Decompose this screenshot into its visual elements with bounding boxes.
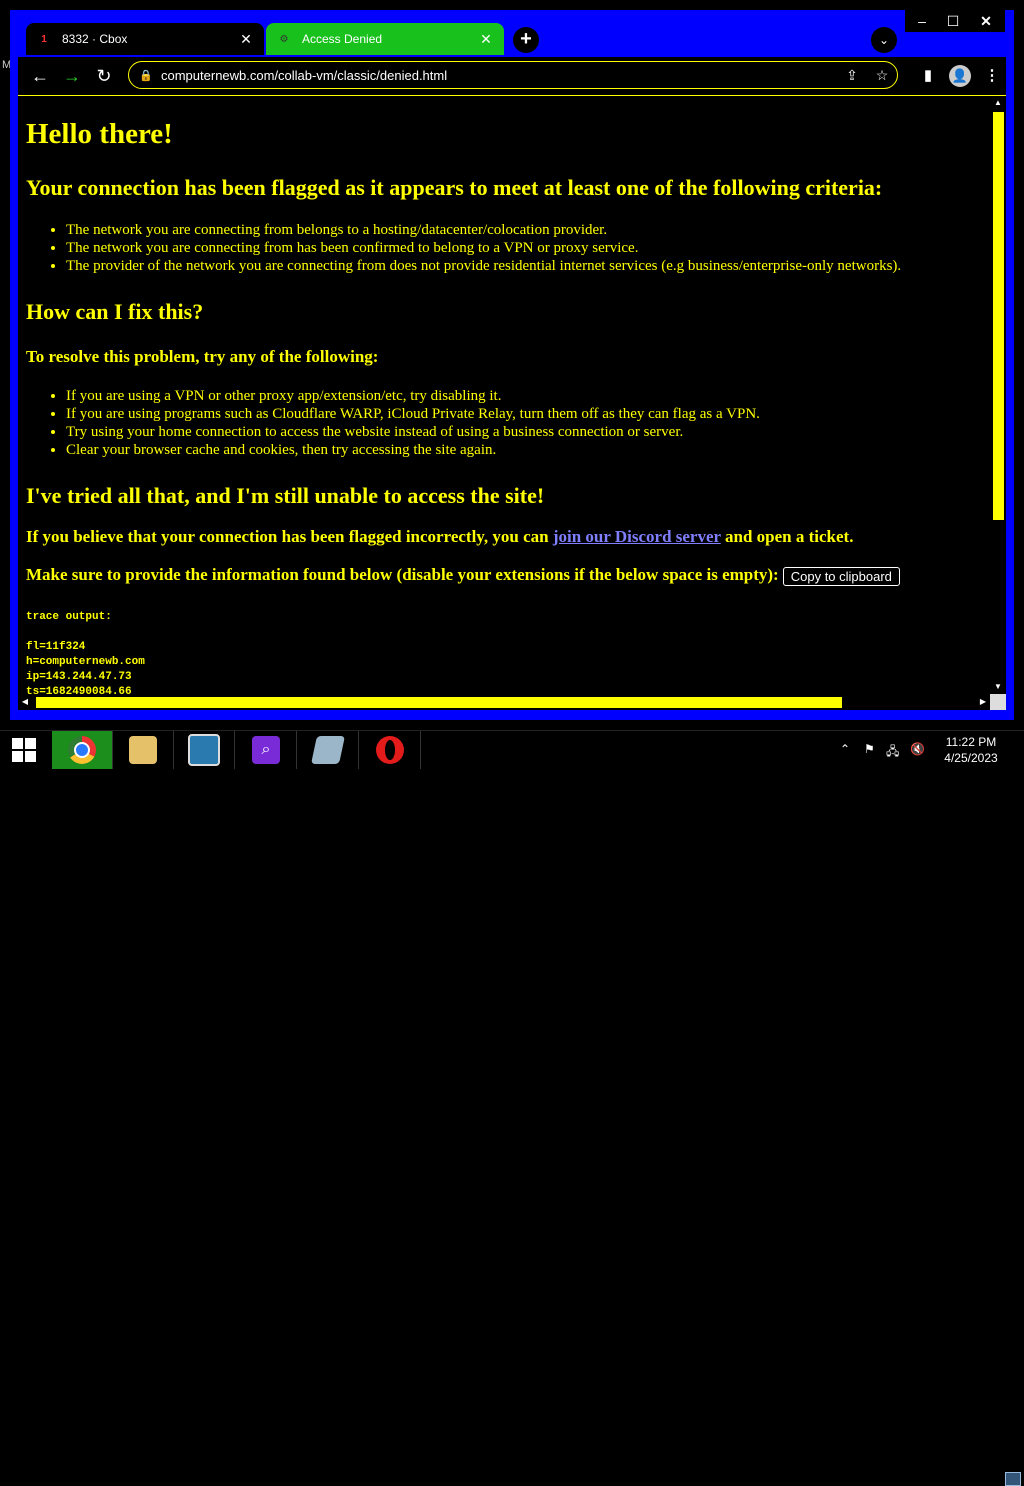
flag-icon[interactable]: ⚑ bbox=[864, 742, 875, 756]
photos-icon bbox=[188, 734, 220, 766]
forward-button[interactable]: → bbox=[58, 62, 86, 90]
new-tab-button[interactable]: + bbox=[513, 27, 539, 53]
opera-icon bbox=[376, 736, 404, 764]
trace-output: trace output: fl=11f324 h=computernewb.c… bbox=[26, 610, 145, 694]
taskbar-notebook[interactable] bbox=[298, 731, 359, 769]
avatar-icon: 👤 bbox=[949, 65, 971, 87]
tried-heading: I've tried all that, and I'm still unabl… bbox=[26, 483, 545, 508]
scroll-up-icon[interactable]: ▲ bbox=[990, 96, 1006, 110]
start-button[interactable] bbox=[0, 731, 48, 769]
windows-logo-icon bbox=[12, 738, 36, 762]
horizontal-scroll-thumb[interactable] bbox=[36, 697, 842, 708]
address-bar[interactable]: 🔒 computernewb.com/collab-vm/classic/den… bbox=[128, 61, 898, 89]
tab-search-button[interactable]: ⌄ bbox=[871, 27, 897, 53]
share-icon[interactable]: ⇪ bbox=[837, 67, 867, 84]
criteria-heading: Your connection has been flagged as it a… bbox=[26, 175, 883, 200]
close-window-button[interactable]: ✕ bbox=[967, 10, 1005, 32]
show-desktop-icon[interactable] bbox=[1005, 1472, 1021, 1486]
taskbar-photos[interactable] bbox=[174, 731, 235, 769]
horizontal-scrollbar[interactable]: ◀ ▶ bbox=[18, 694, 990, 710]
menu-icon[interactable]: ⋮ bbox=[978, 62, 1006, 90]
vertical-scrollbar[interactable]: ▲ ▼ bbox=[990, 96, 1006, 694]
file-explorer-icon bbox=[129, 736, 157, 764]
page-heading: Hello there! bbox=[26, 118, 173, 150]
bookmark-star-icon[interactable]: ☆ bbox=[867, 67, 897, 84]
clock-time: 11:22 PM bbox=[945, 735, 997, 749]
copy-to-clipboard-button[interactable]: Copy to clipboard bbox=[782, 566, 900, 586]
page-viewport[interactable]: Hello there! Your connection has been fl… bbox=[18, 96, 990, 694]
taskbar-file-explorer[interactable] bbox=[113, 731, 174, 769]
magnifier-icon: ⌕ bbox=[252, 736, 280, 764]
chrome-icon bbox=[68, 736, 96, 764]
provide-info-text: Make sure to provide the information fou… bbox=[26, 565, 779, 584]
list-item: Clear your browser cache and cookies, th… bbox=[66, 441, 990, 459]
cbox-favicon-icon: 1 bbox=[41, 33, 47, 45]
list-item: If you are using a VPN or other proxy ap… bbox=[66, 387, 990, 405]
scroll-left-icon[interactable]: ◀ bbox=[18, 694, 32, 710]
discord-link[interactable]: join our Discord server bbox=[553, 527, 721, 546]
clock[interactable]: 11:22 PM 4/25/2023 bbox=[936, 734, 1006, 766]
taskbar-magnifier[interactable]: ⌕ bbox=[236, 731, 297, 769]
clock-date: 4/25/2023 bbox=[944, 751, 998, 765]
scroll-down-icon[interactable]: ▼ bbox=[990, 680, 1006, 694]
provide-info-paragraph: Make sure to provide the information fou… bbox=[26, 565, 990, 586]
tab-title: Access Denied bbox=[302, 32, 383, 46]
taskbar: ⌕ ⌃ ⚑ 🖧 🔇 11:22 PM 4/25/2023 bbox=[0, 730, 1024, 1486]
discord-paragraph: If you believe that your connection has … bbox=[26, 527, 990, 547]
page-content: Hello there! Your connection has been fl… bbox=[18, 118, 990, 694]
scrollbar-corner bbox=[990, 694, 1006, 710]
side-panel-icon[interactable]: ▮ bbox=[914, 62, 942, 90]
resolve-heading: To resolve this problem, try any of the … bbox=[26, 347, 379, 366]
list-item: Try using your home connection to access… bbox=[66, 423, 990, 441]
volume-muted-icon[interactable]: 🔇 bbox=[910, 742, 925, 756]
vertical-scroll-thumb[interactable] bbox=[993, 112, 1004, 520]
fixes-list: If you are using a VPN or other proxy ap… bbox=[26, 387, 990, 459]
reload-button[interactable]: ↻ bbox=[90, 62, 118, 90]
tab-close-icon[interactable]: ✕ bbox=[478, 31, 494, 48]
tab-access-denied[interactable]: ⚙ Access Denied ✕ bbox=[266, 23, 504, 55]
fix-heading: How can I fix this? bbox=[26, 299, 204, 324]
tab-title: 8332 · Cbox bbox=[62, 32, 128, 46]
tab-cbox[interactable]: 1 8332 · Cbox ✕ bbox=[26, 23, 264, 55]
notebook-icon bbox=[311, 736, 345, 764]
profile-button[interactable]: 👤 bbox=[946, 62, 974, 90]
minimize-button[interactable]: ‒ bbox=[905, 10, 939, 32]
title-bar[interactable]: 1 8332 · Cbox ✕ ⚙ Access Denied ✕ + ⌄ ‒ … bbox=[10, 10, 1014, 60]
browser-toolbar: ← → ↻ 🔒 computernewb.com/collab-vm/class… bbox=[18, 57, 1006, 95]
system-tray: ⌃ ⚑ 🖧 🔇 11:22 PM 4/25/2023 bbox=[838, 731, 1018, 769]
discord-text-after: and open a ticket. bbox=[720, 527, 854, 546]
network-icon[interactable]: 🖧 bbox=[886, 742, 899, 763]
criteria-list: The network you are connecting from belo… bbox=[26, 221, 990, 275]
discord-text-before: If you believe that your connection has … bbox=[26, 527, 553, 546]
browser-window: 1 8332 · Cbox ✕ ⚙ Access Denied ✕ + ⌄ ‒ … bbox=[10, 10, 1014, 720]
list-item: If you are using programs such as Cloudf… bbox=[66, 405, 990, 423]
taskbar-opera[interactable] bbox=[360, 731, 421, 769]
list-item: The network you are connecting from has … bbox=[66, 239, 990, 257]
list-item: The network you are connecting from belo… bbox=[66, 221, 990, 239]
tray-chevron-icon[interactable]: ⌃ bbox=[840, 742, 850, 756]
list-item: The provider of the network you are conn… bbox=[66, 257, 990, 275]
gear-favicon-icon: ⚙ bbox=[279, 33, 289, 45]
back-button[interactable]: ← bbox=[26, 62, 54, 90]
scroll-right-icon[interactable]: ▶ bbox=[976, 694, 990, 710]
tab-close-icon[interactable]: ✕ bbox=[238, 31, 254, 48]
maximize-button[interactable]: ☐ bbox=[936, 10, 970, 32]
taskbar-chrome[interactable] bbox=[52, 731, 113, 769]
lock-icon[interactable]: 🔒 bbox=[139, 69, 153, 82]
url-text[interactable]: computernewb.com/collab-vm/classic/denie… bbox=[161, 68, 837, 83]
